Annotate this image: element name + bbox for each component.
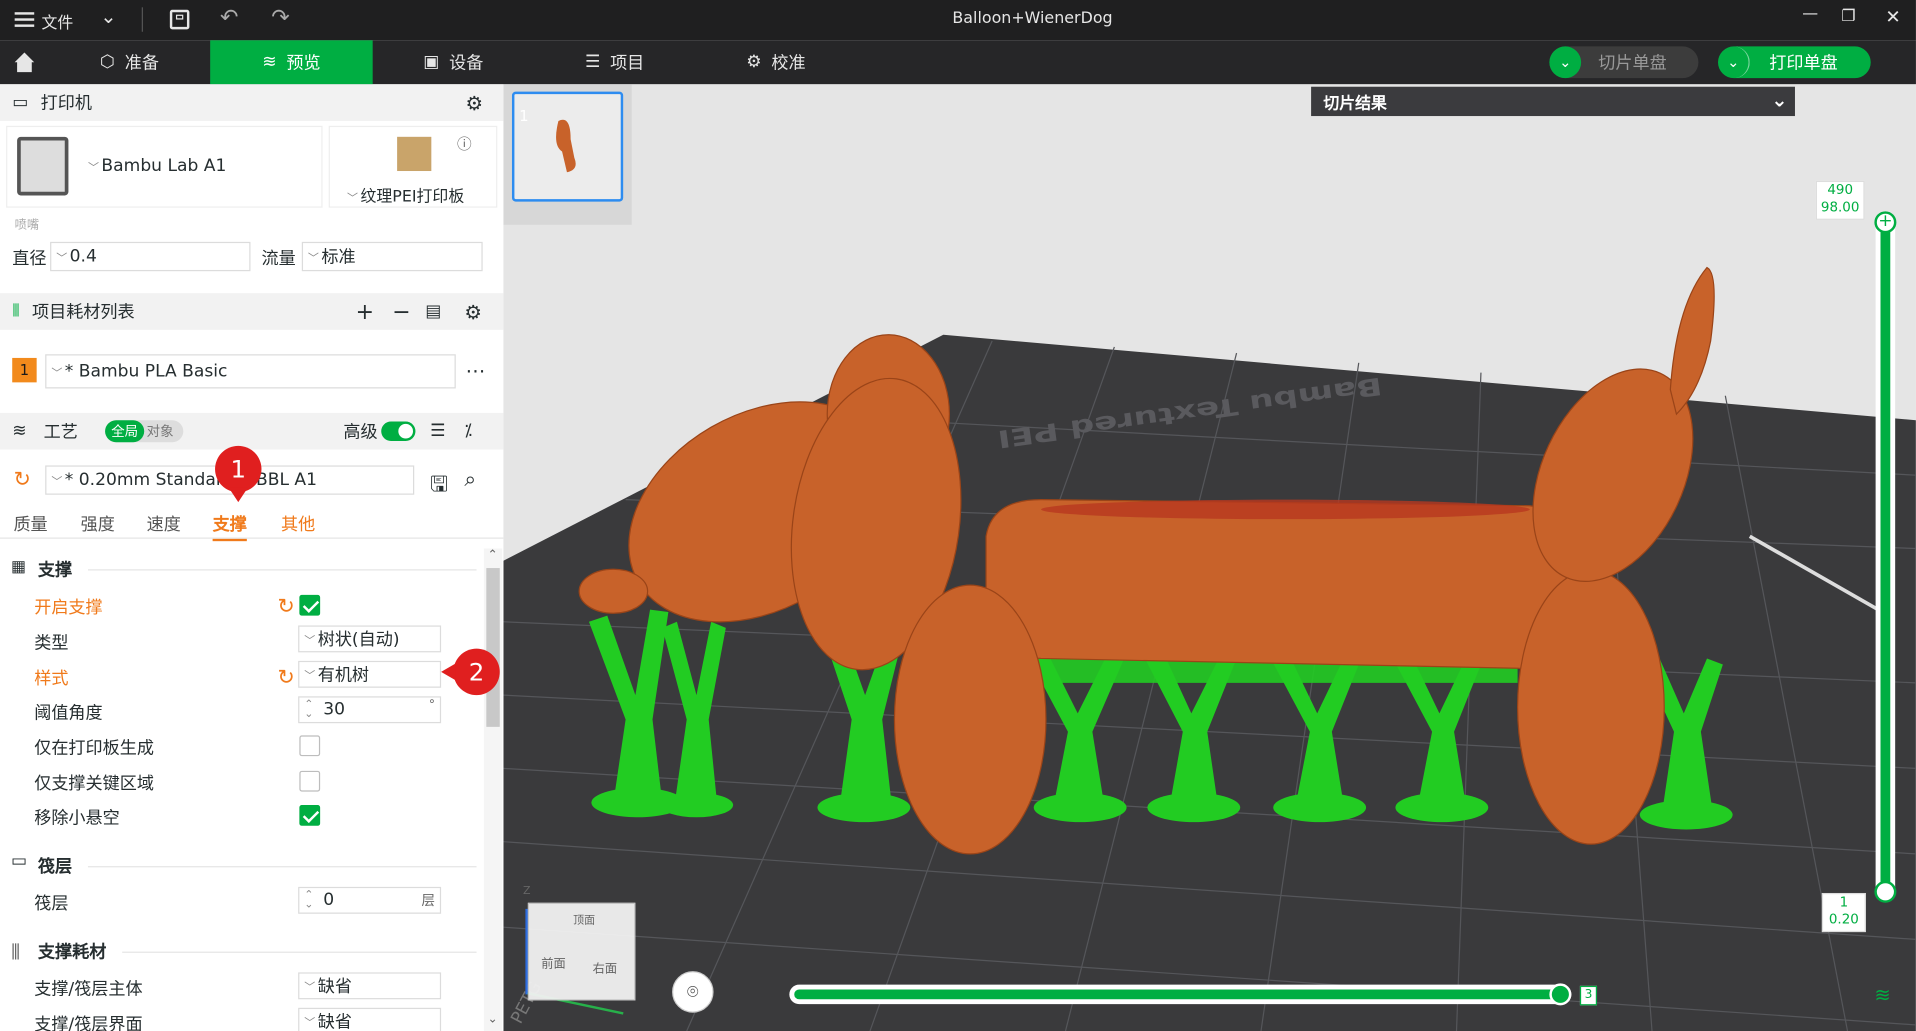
support-type-select[interactable]: 树状(自动)	[298, 625, 442, 653]
printer-icon: ▭	[12, 92, 29, 113]
filament-icon: ⦀	[12, 301, 20, 322]
tab-strength[interactable]: 强度	[81, 512, 115, 536]
divider	[87, 866, 477, 868]
raft-layers-input[interactable]: ⌃ ⌄ 0 层	[298, 886, 442, 914]
preview-scene[interactable]: Bambu Textured PEI PETG 1	[503, 84, 1916, 1031]
settings-scrollbar[interactable]: ⌃ ⌄	[483, 548, 503, 1031]
reset-style-icon[interactable]: ↻	[277, 666, 294, 690]
collapse-chevron-icon[interactable]: ⌄	[1771, 88, 1787, 111]
stepper-icon[interactable]: ⌃ ⌄	[304, 890, 313, 911]
reset-support-icon[interactable]: ↻	[277, 595, 294, 619]
more-options-icon[interactable]: ⋯	[466, 359, 486, 382]
divider	[87, 569, 477, 571]
tab-preview[interactable]: ≋ 预览	[210, 40, 373, 85]
home-button[interactable]	[0, 40, 49, 84]
print-dropdown-icon[interactable]: ⌄	[1718, 46, 1750, 79]
layer-slider-bottom-handle[interactable]	[1874, 880, 1897, 903]
left-panel: ▭ 打印机 ⚙ Bambu Lab A1 ⓘ 纹理PEI打印板 喷嘴 直径 0.…	[0, 84, 504, 1031]
camera-icon: ⌾	[686, 979, 699, 1003]
device-icon: ▣	[423, 52, 440, 73]
annotation-marker-1-pointer	[228, 487, 249, 503]
slice-result-panel[interactable]: 切片结果 ⌄	[1311, 86, 1795, 117]
slice-dropdown-icon[interactable]: ⌄	[1549, 46, 1582, 79]
enable-support-checkbox[interactable]	[299, 594, 321, 616]
minimize-icon[interactable]: —	[1802, 5, 1818, 23]
raft-group-icon: ▭	[10, 851, 28, 872]
project-icon: ☰	[584, 52, 601, 73]
remove-small-overhangs-checkbox[interactable]	[299, 805, 321, 826]
close-icon[interactable]: ✕	[1885, 6, 1900, 28]
printer-thumbnail-icon	[17, 136, 69, 196]
support-style-select[interactable]: 有机树	[298, 660, 442, 688]
plate-selector[interactable]: ⓘ 纹理PEI打印板	[328, 125, 498, 208]
divider	[0, 537, 504, 539]
stepper-icon[interactable]: ⌃ ⌄	[304, 699, 313, 720]
annotation-marker-1: 1	[215, 445, 262, 493]
annotation-marker-2-pointer	[441, 663, 456, 681]
cube-icon: ⬡	[100, 52, 115, 73]
info-icon[interactable]: ⓘ	[457, 133, 472, 154]
support-interface-filament-select[interactable]: 缺省	[298, 1007, 442, 1031]
process-section-header: ≋ 工艺 全局 对象 高级 ☰ ⁒	[0, 412, 504, 450]
reset-view-button[interactable]: ⌾	[672, 971, 714, 1013]
threshold-angle-input[interactable]: ⌃ ⌄ 30 °	[298, 696, 442, 724]
divider	[122, 951, 477, 953]
filament-section-header: ⦀ 项目耗材列表 + − ▤ ⚙	[0, 293, 504, 330]
move-slider-handle[interactable]	[1549, 983, 1572, 1006]
tab-calibration[interactable]: ⚙ 校准	[695, 40, 856, 84]
svg-text:1: 1	[519, 108, 528, 125]
list-icon[interactable]: ☰	[430, 421, 445, 441]
tab-speed[interactable]: 速度	[147, 512, 181, 536]
vertical-layer-slider[interactable]	[1875, 216, 1896, 901]
layer-bottom-label: 1 0.20	[1821, 892, 1866, 933]
printer-selector[interactable]: Bambu Lab A1	[6, 125, 323, 208]
filament-color-swatch[interactable]: 1	[12, 357, 37, 383]
printer-settings-icon[interactable]: ⚙	[466, 91, 484, 114]
support-group-icon: ▦	[10, 558, 27, 577]
plate-thumbnail-icon	[397, 136, 432, 172]
support-filament-icon: ⦀	[10, 940, 21, 966]
reset-icon[interactable]: ↻	[13, 468, 30, 492]
tab-prepare[interactable]: ⬡ 准备	[49, 40, 210, 84]
advanced-toggle[interactable]	[381, 421, 416, 441]
tab-project[interactable]: ☰ 项目	[534, 40, 695, 84]
layers-view-icon[interactable]: ≋	[1874, 983, 1890, 1006]
flow-select[interactable]: 标准	[301, 241, 483, 272]
layer-slider-top-handle[interactable]: +	[1874, 211, 1897, 234]
3d-viewport[interactable]: Bambu Textured PEI PETG 1 切片结果 ⌄ 490 98.…	[503, 84, 1916, 1031]
global-object-toggle[interactable]: 全局 对象	[105, 420, 184, 443]
compare-icon[interactable]: ⁒	[464, 421, 472, 441]
title-bar: 文件 ⌄ ↶ ↷ Balloon+WienerDog — ❐ ✕	[0, 0, 1916, 41]
critical-regions-only-checkbox[interactable]	[299, 770, 321, 792]
window-title: Balloon+WienerDog	[952, 9, 1113, 29]
printer-section-header: ▭ 打印机 ⚙	[0, 84, 504, 121]
home-icon	[14, 52, 35, 73]
save-preset-icon[interactable]: 🖫	[430, 469, 448, 504]
restore-icon[interactable]: ❐	[1841, 7, 1855, 25]
tab-others[interactable]: 其他	[281, 512, 315, 536]
nav-bar: ⬡ 准备 ≋ 预览 ▣ 设备 ☰ 项目 ⚙ 校准 ⌄ 切片单盘 ⌄ 打印单盘	[0, 40, 1916, 85]
orientation-cube[interactable]: Z 顶面 前面 右面	[523, 886, 636, 1015]
layers-icon: ≋	[262, 52, 277, 73]
filament-sync-icon[interactable]: ▤	[425, 302, 441, 322]
slice-button[interactable]: ⌄ 切片单盘	[1549, 46, 1699, 79]
process-icon: ≋	[12, 421, 27, 441]
move-value-label: 3	[1579, 985, 1598, 1006]
diameter-select[interactable]: 0.4	[50, 241, 251, 272]
remove-filament-icon[interactable]: −	[392, 299, 410, 325]
layer-top-label: 490 98.00	[1815, 180, 1865, 220]
horizontal-move-slider[interactable]	[789, 984, 1572, 1005]
tab-quality[interactable]: 质量	[13, 512, 47, 536]
filament-settings-icon[interactable]: ⚙	[464, 300, 482, 323]
filament-select[interactable]: * Bambu PLA Basic	[45, 354, 456, 389]
tab-device[interactable]: ▣ 设备	[373, 40, 534, 84]
calibration-icon: ⚙	[746, 52, 762, 73]
annotation-marker-2: 2	[453, 648, 500, 696]
print-button[interactable]: ⌄ 打印单盘	[1717, 46, 1871, 79]
build-plate-only-checkbox[interactable]	[299, 735, 321, 757]
add-filament-icon[interactable]: +	[356, 299, 374, 325]
search-icon[interactable]: ⌕	[464, 468, 476, 492]
support-base-filament-select[interactable]: 缺省	[298, 972, 442, 1000]
